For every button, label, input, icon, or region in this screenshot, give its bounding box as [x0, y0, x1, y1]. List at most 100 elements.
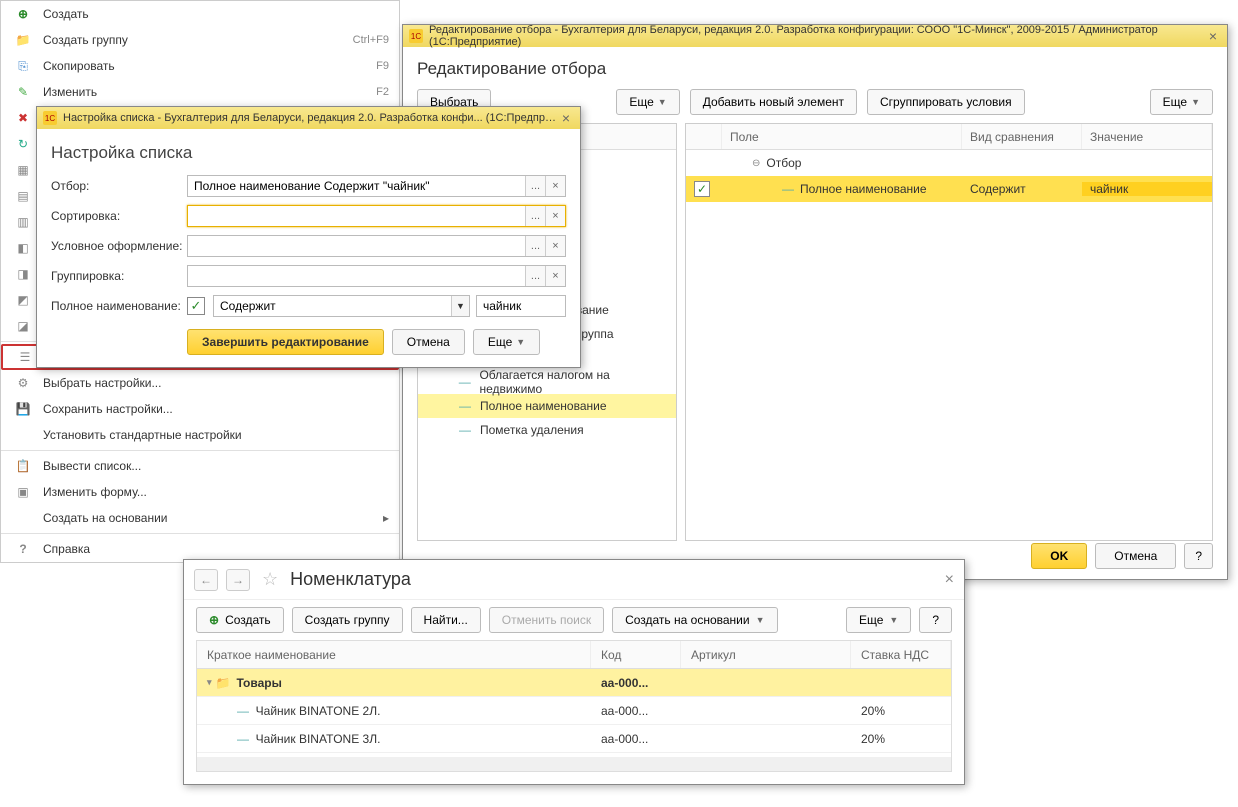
chevron-down-icon: ▼	[889, 615, 898, 625]
sort-input[interactable]	[188, 206, 525, 226]
nomenclature-window: ← → ☆ Номенклатура × ⊕Создать Создать гр…	[183, 559, 965, 785]
field-item[interactable]: —Облагается налогом на недвижимо	[418, 370, 676, 394]
menu-default-settings[interactable]: Установить стандартные настройки	[1, 422, 399, 448]
column-article[interactable]: Артикул	[681, 641, 851, 668]
menu-create[interactable]: ⊕Создать	[1, 1, 399, 27]
menu-create-group[interactable]: 📁Создать группуCtrl+F9	[1, 27, 399, 53]
favorite-star-icon[interactable]: ☆	[262, 569, 278, 590]
misc-icon: ▦	[11, 163, 35, 177]
misc-icon: ▥	[11, 215, 35, 229]
folder-icon: 📁	[11, 33, 35, 47]
group-conditions-button[interactable]: Сгруппировать условия	[867, 89, 1025, 115]
more-button-1[interactable]: Еще▼	[616, 89, 679, 115]
field-item-selected[interactable]: —Полное наименование	[418, 394, 676, 418]
menu-edit[interactable]: ✎ИзменитьF2	[1, 79, 399, 105]
column-compare: Вид сравнения	[962, 124, 1082, 149]
create-based-on-button[interactable]: Создать на основании ▼	[612, 607, 777, 633]
window-heading: Номенклатура	[290, 569, 411, 590]
menu-create-based-on[interactable]: Создать на основании▸	[1, 505, 399, 531]
refresh-icon: ↻	[11, 137, 35, 151]
filter-root-row[interactable]: ⊖Отбор	[686, 150, 1212, 176]
field-item[interactable]: —Пометка удаления	[418, 418, 676, 442]
clear-button[interactable]: ×	[545, 206, 565, 226]
separator	[1, 450, 399, 451]
chevron-right-icon: ▸	[383, 511, 389, 525]
horizontal-scrollbar[interactable]	[197, 757, 951, 771]
titlebar[interactable]: 1C Настройка списка - Бухгалтерия для Бе…	[37, 107, 580, 129]
ellipsis-button[interactable]: ...	[525, 266, 545, 286]
create-group-button[interactable]: Создать группу	[292, 607, 403, 633]
table-row[interactable]: — Чайник BINATONE 3Л. аа-000... 20%	[197, 725, 951, 753]
ellipsis-button[interactable]: ...	[525, 236, 545, 256]
menu-choose-settings[interactable]: ⚙Выбрать настройки...	[1, 370, 399, 396]
form-icon: ▣	[11, 485, 35, 499]
separator	[1, 533, 399, 534]
help-button[interactable]: ?	[1184, 543, 1213, 569]
finish-editing-button[interactable]: Завершить редактирование	[187, 329, 384, 355]
titlebar[interactable]: 1C Редактирование отбора - Бухгалтерия д…	[403, 25, 1227, 47]
dialog-heading: Настройка списка	[51, 143, 566, 163]
chevron-down-icon: ▼	[658, 97, 667, 107]
misc-icon: ◪	[11, 319, 35, 333]
menu-copy[interactable]: ⎘СкопироватьF9	[1, 53, 399, 79]
column-field: Поле	[722, 124, 962, 149]
clear-button[interactable]: ×	[545, 236, 565, 256]
close-icon[interactable]: ×	[1205, 28, 1221, 44]
close-icon[interactable]: ×	[945, 571, 954, 589]
conditional-input[interactable]	[188, 236, 525, 256]
chevron-down-icon[interactable]: ▼	[451, 296, 469, 316]
grouping-input[interactable]	[188, 266, 525, 286]
menu-output-list[interactable]: 📋Вывести список...	[1, 453, 399, 479]
table-row[interactable]: — Чайник BINATONE 2Л. аа-000... 20%	[197, 697, 951, 725]
list-icon: ☰	[13, 350, 37, 364]
column-name[interactable]: Краткое наименование	[197, 641, 591, 668]
clear-button[interactable]: ×	[545, 176, 565, 196]
add-element-button[interactable]: Добавить новый элемент	[690, 89, 857, 115]
plus-icon: ⊕	[209, 613, 219, 627]
close-icon[interactable]: ×	[558, 110, 574, 126]
save-icon: 💾	[11, 402, 35, 416]
column-value: Значение	[1082, 124, 1212, 149]
ellipsis-button[interactable]: ...	[525, 206, 545, 226]
edit-icon: ✎	[11, 85, 35, 99]
ok-button[interactable]: OK	[1031, 543, 1087, 569]
checkbox[interactable]: ✓	[187, 297, 205, 315]
filter-label: Отбор:	[51, 179, 187, 193]
find-button[interactable]: Найти...	[411, 607, 481, 633]
folder-icon: 📁	[216, 676, 231, 690]
table-row-group[interactable]: ▾📁Товары аа-000...	[197, 669, 951, 697]
clear-button[interactable]: ×	[545, 266, 565, 286]
delete-icon: ✖	[11, 111, 35, 125]
cancel-button[interactable]: Отмена	[392, 329, 465, 355]
compare-select[interactable]	[214, 296, 451, 316]
filter-condition-row[interactable]: ✓ —Полное наименование Содержит чайник	[686, 176, 1212, 202]
menu-change-form[interactable]: ▣Изменить форму...	[1, 479, 399, 505]
chevron-down-icon: ▼	[516, 337, 525, 347]
nav-forward-button[interactable]: →	[226, 569, 250, 591]
cancel-button[interactable]: Отмена	[1095, 543, 1176, 569]
more-button[interactable]: Еще ▼	[846, 607, 911, 633]
column-vat[interactable]: Ставка НДС	[851, 641, 951, 668]
more-button-2[interactable]: Еще▼	[1150, 89, 1213, 115]
value-input[interactable]	[476, 295, 566, 317]
sort-label: Сортировка:	[51, 209, 187, 223]
checkbox-icon[interactable]: ✓	[694, 181, 710, 197]
ellipsis-button[interactable]: ...	[525, 176, 545, 196]
fullname-label: Полное наименование:	[51, 299, 187, 313]
more-button[interactable]: Еще ▼	[473, 329, 540, 355]
column-code[interactable]: Код	[591, 641, 681, 668]
create-button[interactable]: ⊕Создать	[196, 607, 284, 633]
plus-icon: ⊕	[11, 7, 35, 21]
chevron-down-icon: ▼	[756, 615, 765, 625]
help-icon: ?	[11, 542, 35, 556]
filter-conditions-pane: Поле Вид сравнения Значение ⊖Отбор ✓ —По…	[685, 123, 1213, 541]
filter-input[interactable]	[188, 176, 525, 196]
cancel-find-button[interactable]: Отменить поиск	[489, 607, 604, 633]
list-settings-dialog: 1C Настройка списка - Бухгалтерия для Бе…	[36, 106, 581, 368]
dialog-heading: Редактирование отбора	[417, 59, 1213, 79]
nav-back-button[interactable]: ←	[194, 569, 218, 591]
misc-icon: ◧	[11, 241, 35, 255]
help-button[interactable]: ?	[919, 607, 952, 633]
copy-icon: ⎘	[11, 59, 35, 74]
menu-save-settings[interactable]: 💾Сохранить настройки...	[1, 396, 399, 422]
